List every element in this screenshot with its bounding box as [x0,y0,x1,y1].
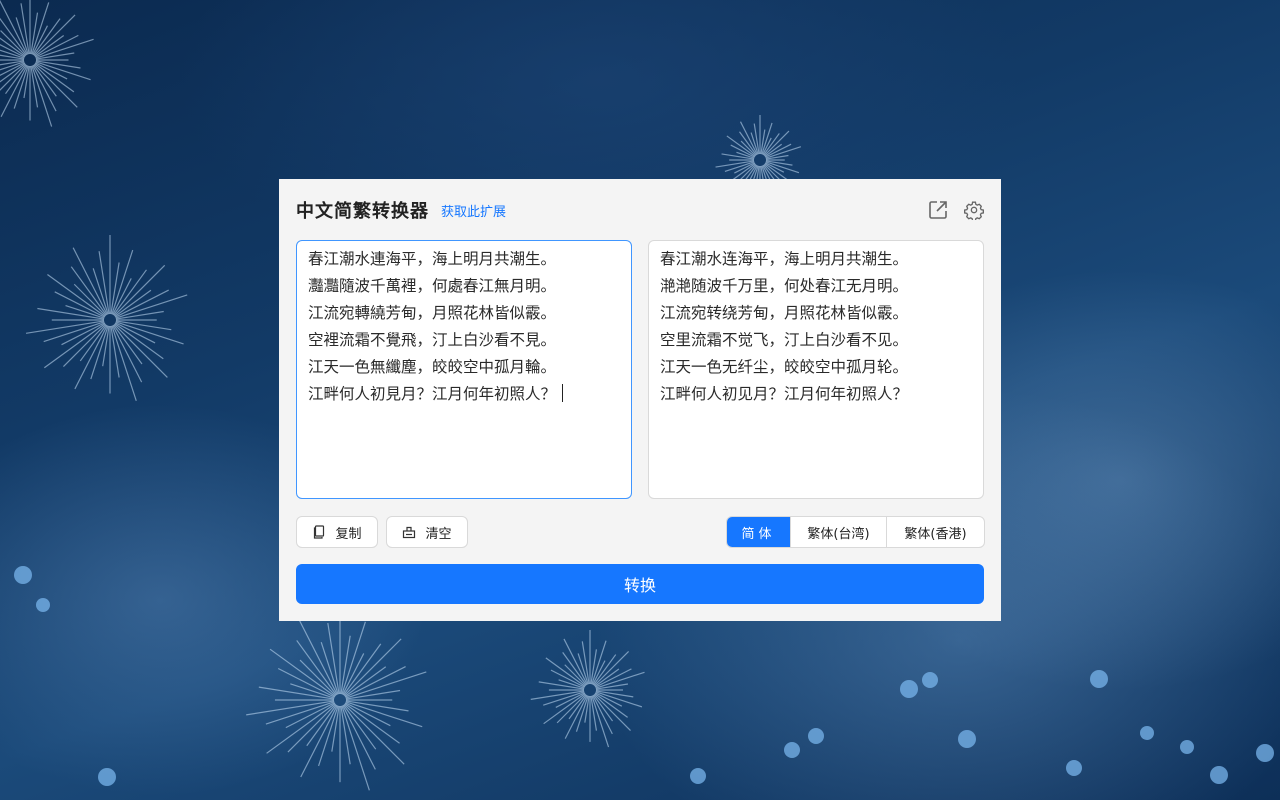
bokeh-dot [900,680,918,698]
bokeh-dot [1180,740,1194,754]
convert-button[interactable]: 转换 [296,564,984,604]
bokeh-dot [14,566,32,584]
bokeh-dot [690,768,706,784]
bokeh-dot [784,742,800,758]
bokeh-dot [958,730,976,748]
bokeh-dot [1090,670,1108,688]
bokeh-dot [98,768,116,786]
bokeh-dot [922,672,938,688]
converter-panel: 中文简繁转换器 获取此扩展 春江潮水連海平，海上明月共潮生。 灩灩隨波千萬裡，何… [279,179,1001,621]
gear-icon[interactable] [964,200,984,220]
source-text-input[interactable]: 春江潮水連海平，海上明月共潮生。 灩灩隨波千萬裡，何處春江無月明。 江流宛轉繞芳… [296,240,632,499]
converted-text: 春江潮水连海平，海上明月共潮生。 滟滟随波千万里，何处春江无月明。 江流宛转绕芳… [660,250,909,403]
bokeh-dot [1066,760,1082,776]
text-caret [562,384,564,402]
script-mode-selector: 简体 繁体(台湾) 繁体(香港) [726,516,985,548]
converted-text-output[interactable]: 春江潮水连海平，海上明月共潮生。 滟滟随波千万里，何处春江无月明。 江流宛转绕芳… [648,240,984,499]
mode-traditional-hongkong[interactable]: 繁体(香港) [886,517,984,547]
copy-icon [312,525,326,539]
bokeh-dot [1140,726,1154,740]
clear-icon [402,525,416,539]
copy-button[interactable]: 复制 [296,516,378,548]
mode-traditional-taiwan[interactable]: 繁体(台湾) [790,517,886,547]
get-extension-link[interactable]: 获取此扩展 [441,201,506,220]
bokeh-dot [808,728,824,744]
source-text: 春江潮水連海平，海上明月共潮生。 灩灩隨波千萬裡，何處春江無月明。 江流宛轉繞芳… [308,250,557,403]
mode-simplified[interactable]: 简体 [727,517,790,547]
bokeh-dot [1210,766,1228,784]
bokeh-dot [36,598,50,612]
external-link-icon[interactable] [928,200,948,220]
clear-label: 清空 [425,526,452,542]
panel-header: 中文简繁转换器 获取此扩展 [296,197,984,223]
bokeh-dot [1256,744,1274,762]
clear-button[interactable]: 清空 [386,516,468,548]
header-actions [928,200,984,220]
app-title: 中文简繁转换器 [296,201,429,221]
copy-label: 复制 [335,526,362,542]
